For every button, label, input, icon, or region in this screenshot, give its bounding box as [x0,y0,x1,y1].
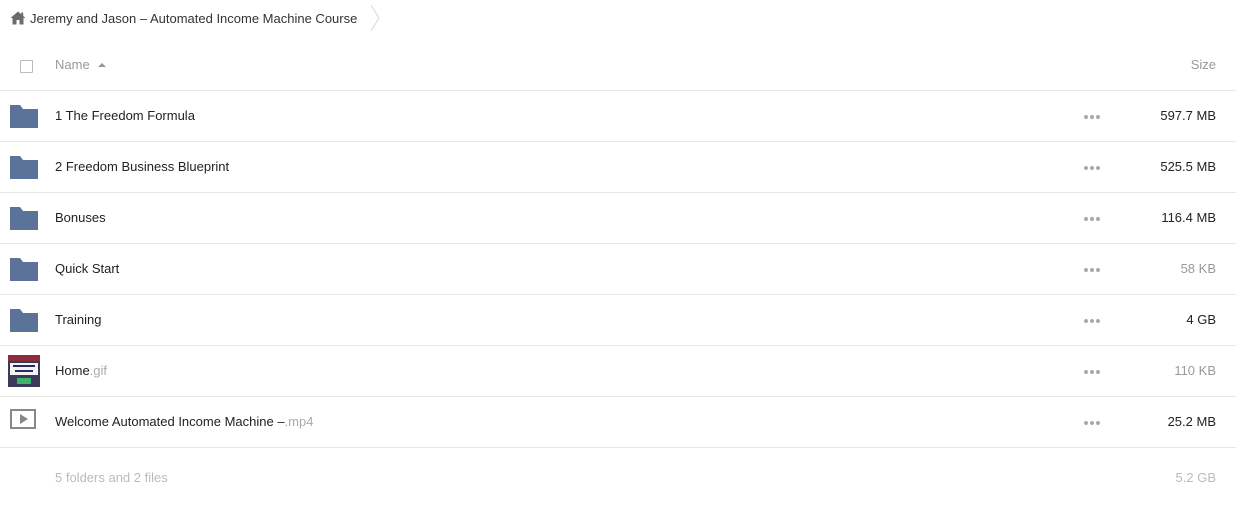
more-options-icon[interactable] [1084,166,1100,170]
more-options-icon[interactable] [1084,268,1100,272]
file-extension: .mp4 [284,414,314,429]
file-name[interactable]: Quick Start [55,261,119,276]
file-size: 525.5 MB [1160,159,1216,174]
file-list: 1 The Freedom Formula 597.7 MB 2 Freedom B… [0,91,1236,448]
file-size: 25.2 MB [1167,414,1216,429]
file-size: 110 KB [1174,363,1216,378]
video-file-icon [10,409,36,429]
file-base-name: Welcome Automated Income Machine – [55,414,285,429]
folder-icon [9,102,39,130]
more-options-icon[interactable] [1084,115,1100,119]
file-name[interactable]: Home.gif [55,363,107,378]
file-row[interactable]: Welcome Automated Income Machine –.mp4 25… [0,397,1236,448]
size-column-header[interactable]: Size [1191,57,1216,72]
home-icon[interactable] [10,10,26,26]
more-options-icon[interactable] [1084,370,1100,374]
more-options-icon[interactable] [1084,421,1100,425]
file-row[interactable]: Home.gif 110 KB [0,346,1236,397]
file-base-name: 1 The Freedom Formula [55,108,195,123]
folder-icon [9,306,39,334]
more-options-icon[interactable] [1084,319,1100,323]
file-base-name: Bonuses [55,210,106,225]
file-size: 4 GB [1186,312,1216,327]
file-name[interactable]: 2 Freedom Business Blueprint [55,159,229,174]
file-name[interactable]: 1 The Freedom Formula [55,108,195,123]
breadcrumb-current-folder[interactable]: Jeremy and Jason – Automated Income Mach… [30,11,357,26]
file-extension: .gif [89,363,108,378]
select-all-checkbox[interactable] [20,60,33,73]
file-base-name: Home [55,363,90,378]
folder-icon [9,153,39,181]
file-row[interactable]: 1 The Freedom Formula 597.7 MB [0,91,1236,142]
breadcrumb-separator-icon [369,4,381,32]
image-thumbnail-icon [8,355,40,387]
file-name[interactable]: Welcome Automated Income Machine –.mp4 [55,414,313,429]
more-options-icon[interactable] [1084,217,1100,221]
file-base-name: Training [55,312,102,327]
name-column-header[interactable]: Name [55,57,106,72]
file-row[interactable]: Quick Start 58 KB [0,244,1236,295]
folder-summary: 5 folders and 2 files [55,470,168,485]
file-row[interactable]: Training 4 GB [0,295,1236,346]
file-base-name: Quick Start [55,261,120,276]
file-list-header: Name Size [0,45,1236,91]
file-browser: Jeremy and Jason – Automated Income Mach… [0,0,1236,515]
file-row[interactable]: 2 Freedom Business Blueprint 525.5 MB [0,142,1236,193]
file-size: 116.4 MB [1161,210,1216,225]
total-size: 5.2 GB [1175,470,1216,485]
name-column-label: Name [55,57,90,72]
file-row[interactable]: Bonuses 116.4 MB [0,193,1236,244]
file-size: 597.7 MB [1160,108,1216,123]
folder-icon [9,204,39,232]
file-name[interactable]: Bonuses [55,210,106,225]
folder-icon [9,255,39,283]
file-base-name: 2 Freedom Business Blueprint [55,159,230,174]
sort-ascending-icon [97,62,106,67]
file-size: 58 KB [1180,261,1216,276]
file-name[interactable]: Training [55,312,101,327]
breadcrumb: Jeremy and Jason – Automated Income Mach… [10,4,381,32]
